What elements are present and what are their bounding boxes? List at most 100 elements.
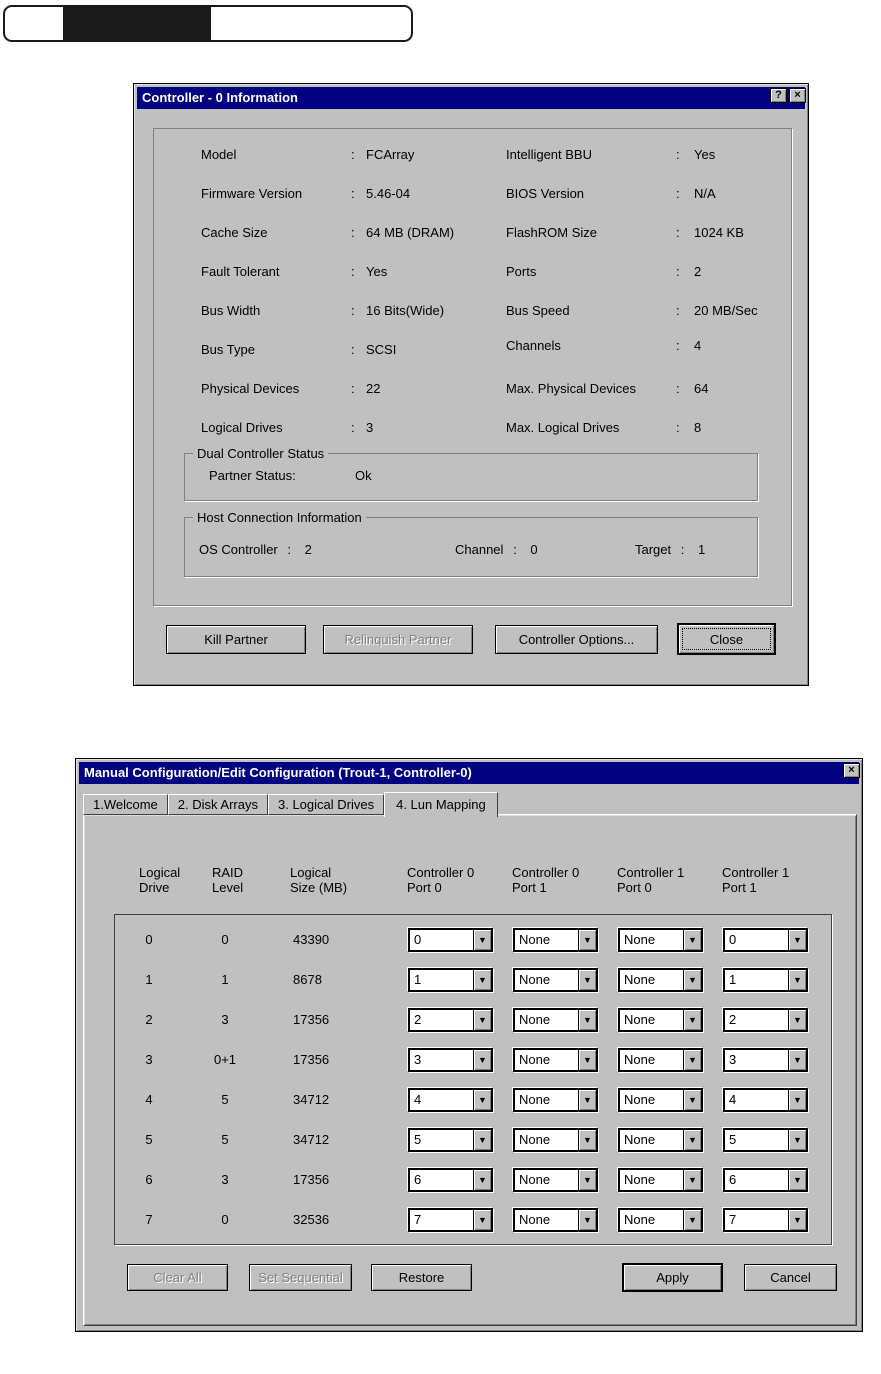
lun-combo-c1p0[interactable]: None ▼ <box>618 1048 703 1072</box>
lun-combo-c0p0[interactable]: 6 ▼ <box>408 1168 493 1192</box>
chevron-down-icon[interactable]: ▼ <box>788 1090 806 1110</box>
info-row: Logical Drives : 3 Max. Logical Drives :… <box>154 420 791 436</box>
chevron-down-icon[interactable]: ▼ <box>473 1010 491 1030</box>
chevron-down-icon[interactable]: ▼ <box>578 1170 596 1190</box>
chevron-down-icon[interactable]: ▼ <box>683 1010 701 1030</box>
table-row: 2 3 17356 2 ▼ None ▼ None ▼ 2 ▼ <box>115 1008 831 1032</box>
lun-combo-c0p0[interactable]: 1 ▼ <box>408 968 493 992</box>
chevron-down-icon[interactable]: ▼ <box>788 1130 806 1150</box>
chevron-down-icon[interactable]: ▼ <box>683 970 701 990</box>
chevron-down-icon[interactable]: ▼ <box>788 970 806 990</box>
info-value: 2 <box>694 264 702 279</box>
lun-combo-value: None <box>519 1012 551 1027</box>
raid-level-cell: 0 <box>221 1212 229 1227</box>
chevron-down-icon[interactable]: ▼ <box>578 1090 596 1110</box>
colon: : <box>287 542 291 557</box>
lun-combo-c0p0[interactable]: 5 ▼ <box>408 1128 493 1152</box>
lun-combo-c1p0[interactable]: None ▼ <box>618 1128 703 1152</box>
chevron-down-icon[interactable]: ▼ <box>578 1130 596 1150</box>
lun-combo-c1p1[interactable]: 4 ▼ <box>723 1088 808 1112</box>
tab-lun-mapping[interactable]: 4. Lun Mapping <box>384 792 498 817</box>
lun-combo-c0p0[interactable]: 7 ▼ <box>408 1208 493 1232</box>
lun-combo-c0p1[interactable]: None ▼ <box>513 928 598 952</box>
close-icon[interactable]: × <box>789 87 806 103</box>
chevron-down-icon[interactable]: ▼ <box>578 930 596 950</box>
lun-combo-c1p0[interactable]: None ▼ <box>618 1168 703 1192</box>
cancel-button[interactable]: Cancel <box>744 1264 837 1291</box>
chevron-down-icon[interactable]: ▼ <box>683 1130 701 1150</box>
lun-combo-c1p0[interactable]: None ▼ <box>618 968 703 992</box>
lun-combo-c1p1[interactable]: 7 ▼ <box>723 1208 808 1232</box>
lun-combo-value: None <box>624 1092 656 1107</box>
chevron-down-icon[interactable]: ▼ <box>683 1210 701 1230</box>
chevron-down-icon[interactable]: ▼ <box>578 1010 596 1030</box>
chevron-down-icon[interactable]: ▼ <box>788 1210 806 1230</box>
lun-combo-c0p1[interactable]: None ▼ <box>513 1168 598 1192</box>
chevron-down-icon[interactable]: ▼ <box>473 1130 491 1150</box>
colon: : <box>351 420 355 435</box>
chevron-down-icon[interactable]: ▼ <box>788 1050 806 1070</box>
relinquish-partner-button[interactable]: Relinquish Partner <box>323 625 473 654</box>
chevron-down-icon[interactable]: ▼ <box>683 1050 701 1070</box>
clear-all-button[interactable]: Clear All <box>127 1264 228 1291</box>
column-header-line: Controller 1 <box>722 865 790 880</box>
controller-options-button[interactable]: Controller Options... <box>495 625 658 654</box>
group-title: Dual Controller Status <box>193 446 329 461</box>
lun-combo-c1p1[interactable]: 3 ▼ <box>723 1048 808 1072</box>
lun-combo-c1p1[interactable]: 0 ▼ <box>723 928 808 952</box>
chevron-down-icon[interactable]: ▼ <box>683 1090 701 1110</box>
tab-logical-drives[interactable]: 3. Logical Drives <box>267 794 385 815</box>
lun-combo-c1p0[interactable]: None ▼ <box>618 1208 703 1232</box>
lun-combo-c0p1[interactable]: None ▼ <box>513 1208 598 1232</box>
chevron-down-icon[interactable]: ▼ <box>788 1170 806 1190</box>
chevron-down-icon[interactable]: ▼ <box>683 1170 701 1190</box>
lun-combo-c0p0[interactable]: 2 ▼ <box>408 1008 493 1032</box>
close-icon[interactable]: × <box>843 762 860 778</box>
chevron-down-icon[interactable]: ▼ <box>788 930 806 950</box>
help-icon[interactable]: ? <box>770 87 787 103</box>
lun-combo-c1p1[interactable]: 5 ▼ <box>723 1128 808 1152</box>
chevron-down-icon[interactable]: ▼ <box>473 1170 491 1190</box>
close-button[interactable]: Close <box>677 623 776 655</box>
column-header-line: Size (MB) <box>290 880 348 895</box>
tab-disk-arrays[interactable]: 2. Disk Arrays <box>167 794 268 815</box>
lun-combo-c0p1[interactable]: None ▼ <box>513 1128 598 1152</box>
lun-combo-c0p1[interactable]: None ▼ <box>513 968 598 992</box>
kill-partner-button[interactable]: Kill Partner <box>166 625 306 654</box>
lun-combo-c0p1[interactable]: None ▼ <box>513 1088 598 1112</box>
restore-button[interactable]: Restore <box>371 1264 472 1291</box>
chevron-down-icon[interactable]: ▼ <box>473 930 491 950</box>
chevron-down-icon[interactable]: ▼ <box>578 970 596 990</box>
logical-size-cell: 8678 <box>293 972 322 987</box>
lun-combo-c0p0[interactable]: 3 ▼ <box>408 1048 493 1072</box>
lun-combo-c1p1[interactable]: 2 ▼ <box>723 1008 808 1032</box>
lun-combo-c1p0[interactable]: None ▼ <box>618 928 703 952</box>
chevron-down-icon[interactable]: ▼ <box>578 1210 596 1230</box>
info-label: Ports <box>506 264 537 279</box>
set-sequential-button[interactable]: Set Sequential <box>249 1264 352 1291</box>
manual-configuration-titlebar: Manual Configuration/Edit Configuration … <box>79 762 859 784</box>
lun-combo-c1p0[interactable]: None ▼ <box>618 1008 703 1032</box>
lun-combo-c0p1[interactable]: None ▼ <box>513 1048 598 1072</box>
chevron-down-icon[interactable]: ▼ <box>578 1050 596 1070</box>
lun-combo-c1p0[interactable]: None ▼ <box>618 1088 703 1112</box>
lun-combo-c0p0[interactable]: 0 ▼ <box>408 928 493 952</box>
chevron-down-icon[interactable]: ▼ <box>683 930 701 950</box>
chevron-down-icon[interactable]: ▼ <box>788 1010 806 1030</box>
lun-combo-c1p1[interactable]: 1 ▼ <box>723 968 808 992</box>
colon: : <box>351 342 355 357</box>
chevron-down-icon[interactable]: ▼ <box>473 1210 491 1230</box>
manual-configuration-dialog: Manual Configuration/Edit Configuration … <box>75 758 863 1332</box>
chevron-down-icon[interactable]: ▼ <box>473 970 491 990</box>
lun-combo-value: 7 <box>729 1212 737 1227</box>
lun-combo-value: None <box>624 972 656 987</box>
column-header-line: Controller 1 <box>617 865 685 880</box>
tab-welcome[interactable]: 1.Welcome <box>83 794 168 815</box>
column-header-line: Logical <box>290 865 332 880</box>
lun-combo-c0p0[interactable]: 4 ▼ <box>408 1088 493 1112</box>
apply-button[interactable]: Apply <box>622 1263 723 1292</box>
chevron-down-icon[interactable]: ▼ <box>473 1090 491 1110</box>
lun-combo-c0p1[interactable]: None ▼ <box>513 1008 598 1032</box>
chevron-down-icon[interactable]: ▼ <box>473 1050 491 1070</box>
lun-combo-c1p1[interactable]: 6 ▼ <box>723 1168 808 1192</box>
